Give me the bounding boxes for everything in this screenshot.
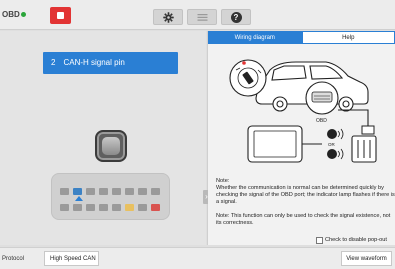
indicator-lamp-face [102,137,120,155]
note-text-2: Note: This function can only be used to … [216,213,391,226]
help-icon: ? [230,11,242,23]
obd-port-diagram [51,173,170,220]
top-toolbar: OBD ? [0,0,395,30]
disable-popup-checkbox[interactable] [316,236,323,244]
note-text-1: Whether the communication is normal can … [216,185,395,205]
settings-button[interactable] [153,9,183,25]
gear-icon [162,11,174,23]
note-title: Note: [216,178,230,184]
info-tabs: Wiring diagram Help [208,31,395,44]
help-note: Note: Whether the communication is norma… [216,178,395,234]
signal-indicator-lamp [95,130,127,162]
pin-number: 2 [51,58,56,67]
disable-popup-row[interactable]: Check to disable pop-out [316,236,387,244]
or-label: OR [328,142,336,147]
view-waveform-button[interactable]: View waveform [341,251,392,266]
pin-header: 2 CAN-H signal pin [43,52,178,74]
wiring-diagram-illustration: OBD OR [229,59,377,163]
obd-pin-3 [86,188,95,195]
obd-diagram-label: OBD [316,118,327,124]
obd-pin-9 [60,204,69,211]
obd-pin-15 [138,204,147,211]
toolbar-buttons: ? [153,9,253,25]
vci-module-icon [351,135,377,163]
stop-button[interactable] [50,7,71,24]
help-button[interactable]: ? [221,9,251,25]
obd-pin-16 [151,204,160,211]
obd-pin-6 [125,188,134,195]
obd-pin-10 [73,204,82,211]
obd-pin-8 [151,188,160,195]
stop-icon [57,12,64,19]
connection-status-icon [20,12,26,17]
obd-pin-4 [99,188,108,195]
obd-port-inset [305,81,339,115]
obd-pin-1 [60,188,69,195]
tablet-device-icon [247,125,322,163]
report-button[interactable] [187,9,217,25]
ignition-key-icon [229,59,267,97]
protocol-value[interactable]: High Speed CAN [44,251,99,266]
obd-logo-text: OBD [2,10,20,19]
obd-logo: OBD [2,10,26,19]
connection-options: OR [327,128,344,160]
tab-wiring-diagram[interactable]: Wiring diagram [208,31,302,44]
obd-pin-2 [73,188,82,195]
pin-panel: 2 CAN-H signal pin [0,31,206,245]
protocol-label: Protocol [2,256,25,262]
obd-pin-7 [138,188,147,195]
obd-pin-11 [86,204,95,211]
obd-pin-14 [125,204,134,211]
disable-popup-label: Check to disable pop-out [325,237,387,243]
info-panel: Wiring diagram Help OBD OR Note: Whether… [208,31,395,245]
obd-pin-13 [112,204,121,211]
obd-pin-5 [112,188,121,195]
bottom-bar: Protocol High Speed CAN View waveform [0,247,395,269]
obd-pin-12 [99,204,108,211]
selected-pin-arrow-icon [75,196,83,201]
pin-label: CAN-H signal pin [63,58,125,67]
tab-help[interactable]: Help [301,31,395,44]
document-icon [197,13,207,21]
